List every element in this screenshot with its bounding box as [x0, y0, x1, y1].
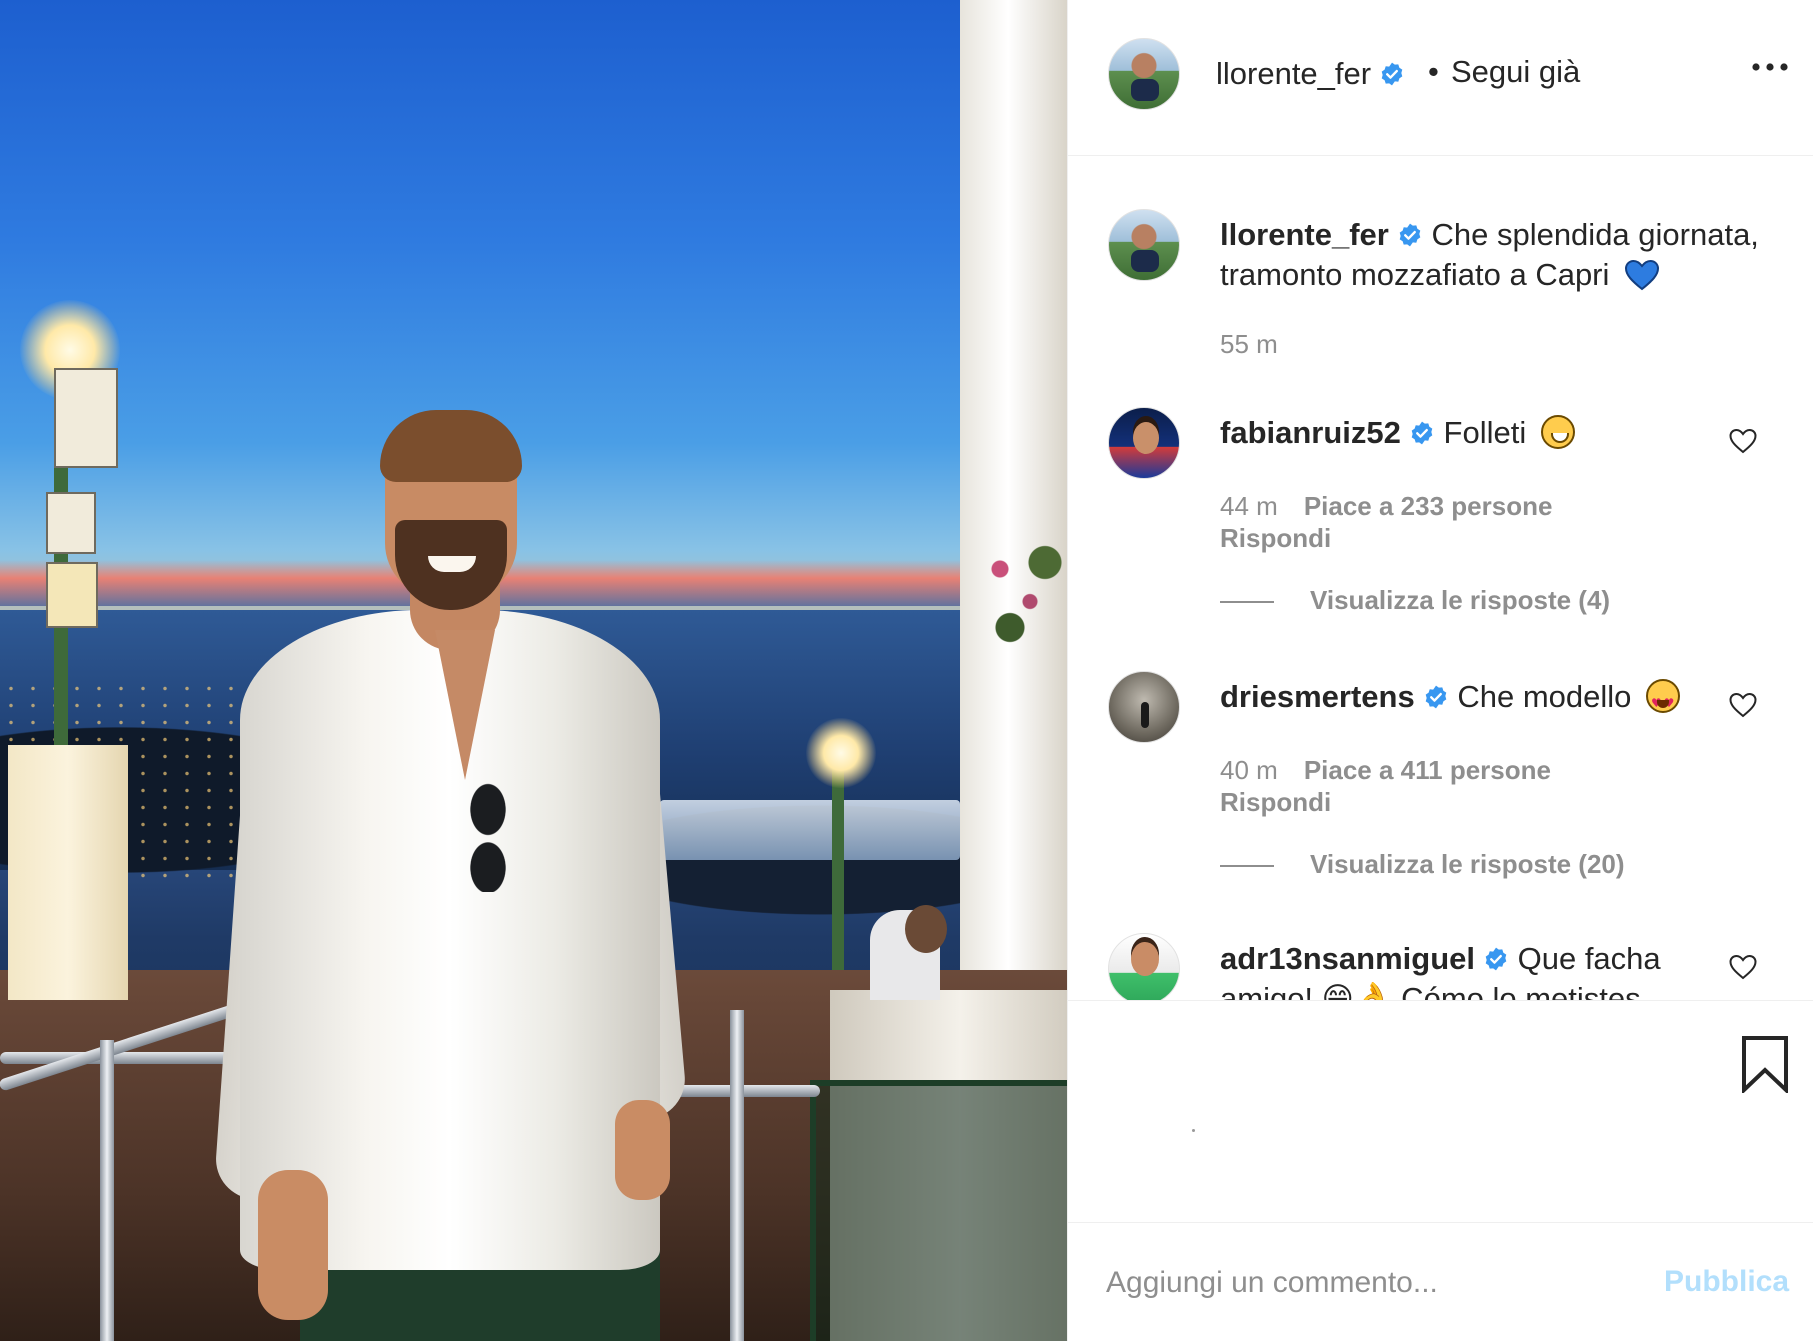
- comment-text-block: adr13nsanmiguel Que facha amigo! 😁👌 Cómo…: [1220, 939, 1760, 1000]
- comment-text: Che modello: [1457, 679, 1632, 714]
- lamp-light-right: [806, 718, 876, 788]
- comment-timestamp[interactable]: 40 m: [1220, 755, 1278, 785]
- view-replies-button[interactable]: Visualizza le risposte (20): [1220, 849, 1625, 880]
- harbor: [660, 800, 960, 860]
- bookmark-icon[interactable]: [1740, 1035, 1790, 1093]
- reply-button[interactable]: Rispondi: [1220, 787, 1331, 818]
- comments-list[interactable]: llorente_fer Che splendida giornata, tra…: [1068, 157, 1813, 1000]
- commenter-avatar[interactable]: [1108, 671, 1180, 743]
- post-side-panel: llorente_fer • Segui già llorente_fer Ch…: [1067, 0, 1813, 1341]
- man-hand-right: [615, 1100, 670, 1200]
- comment-username[interactable]: adr13nsanmiguel: [1220, 941, 1475, 976]
- post-header: llorente_fer • Segui già: [1068, 0, 1813, 156]
- heart-eyes-face-icon: [1646, 679, 1681, 723]
- comment-meta: 40 m Piace a 411 persone: [1220, 755, 1551, 786]
- replies-line: [1220, 865, 1274, 868]
- street-sign: [54, 368, 118, 468]
- verified-badge-icon: [1411, 421, 1433, 445]
- publish-button[interactable]: Pubblica: [1664, 1265, 1789, 1299]
- post-photo[interactable]: [0, 0, 1067, 1341]
- reply-button[interactable]: Rispondi: [1220, 523, 1331, 554]
- add-comment-bar: Pubblica: [1068, 1222, 1813, 1341]
- like-heart-icon[interactable]: [1728, 427, 1758, 455]
- comment-text-block: fabianruiz52 Folleti: [1220, 413, 1760, 453]
- comment-likes[interactable]: Piace a 233 persone: [1304, 491, 1553, 521]
- caption-author-avatar[interactable]: [1108, 209, 1180, 281]
- green-fence: [810, 1080, 1067, 1341]
- stone-pillar: [8, 745, 128, 1000]
- like-heart-icon[interactable]: [1728, 691, 1758, 719]
- background-person-head: [905, 905, 947, 953]
- railing-post: [100, 1040, 114, 1341]
- replies-line: [1220, 601, 1274, 604]
- caption-username[interactable]: llorente_fer: [1220, 217, 1389, 252]
- man-hand-left: [258, 1170, 328, 1320]
- verified-badge-icon: [1399, 223, 1421, 247]
- divider-dot: [1192, 1129, 1195, 1132]
- flowers: [970, 530, 1067, 660]
- sunglasses: [463, 782, 513, 892]
- comment-timestamp[interactable]: 44 m: [1220, 491, 1278, 521]
- like-heart-icon[interactable]: [1728, 953, 1758, 981]
- view-replies-button[interactable]: Visualizza le risposte (4): [1220, 585, 1610, 616]
- commenter-avatar[interactable]: [1108, 407, 1180, 479]
- verified-badge-icon: [1485, 947, 1507, 971]
- comment-text-block: driesmertens Che modello: [1220, 677, 1760, 723]
- follow-status-button[interactable]: Segui già: [1451, 54, 1580, 90]
- info-sign: [46, 492, 96, 554]
- commenter-avatar[interactable]: [1108, 933, 1180, 1000]
- laughing-face-icon: [1540, 415, 1575, 449]
- view-replies-label[interactable]: Visualizza le risposte (20): [1310, 849, 1625, 879]
- view-replies-label[interactable]: Visualizza le risposte (4): [1310, 585, 1610, 615]
- more-options-icon[interactable]: [1748, 52, 1792, 82]
- verified-badge-icon: [1425, 685, 1447, 709]
- verified-badge-icon: [1381, 62, 1403, 86]
- caption-text-block: llorente_fer Che splendida giornata, tra…: [1220, 215, 1760, 295]
- comment-likes[interactable]: Piace a 411 persone: [1304, 755, 1551, 785]
- comment-meta: 44 m Piace a 233 persone: [1220, 491, 1552, 522]
- author-username[interactable]: llorente_fer: [1216, 56, 1371, 91]
- author-username-link[interactable]: llorente_fer: [1216, 56, 1405, 92]
- railing-post: [730, 1010, 744, 1341]
- comment-username[interactable]: fabianruiz52: [1220, 415, 1401, 450]
- warning-sign: [46, 562, 98, 628]
- blue-heart-icon: [1625, 259, 1660, 291]
- comment-username[interactable]: driesmertens: [1220, 679, 1415, 714]
- caption-timestamp[interactable]: 55 m: [1220, 329, 1278, 360]
- comment-text: Folleti: [1443, 415, 1527, 450]
- man-hair: [380, 410, 522, 482]
- lamp-post-right: [832, 760, 844, 990]
- author-avatar[interactable]: [1108, 38, 1180, 110]
- comment-input[interactable]: [1106, 1263, 1646, 1303]
- header-separator: •: [1428, 54, 1439, 89]
- post-actions-bar: [1068, 1000, 1813, 1222]
